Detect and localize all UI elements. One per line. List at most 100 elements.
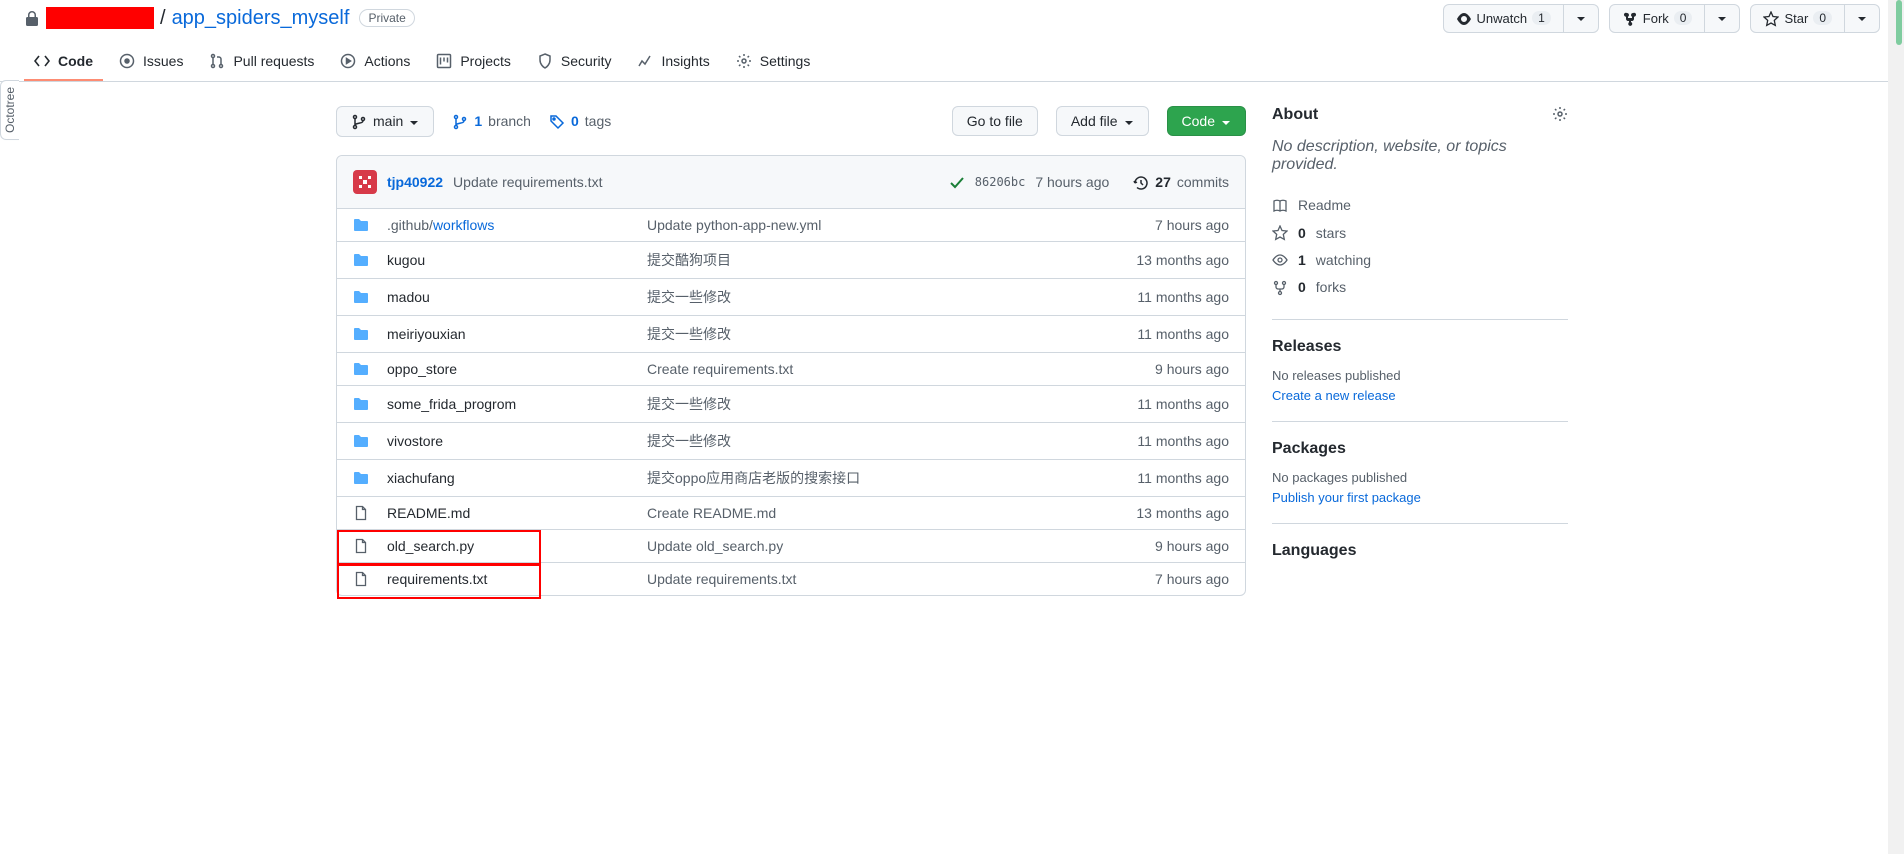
file-name-link[interactable]: oppo_store: [387, 361, 457, 377]
latest-commit-bar: tjp40922 Update requirements.txt 86206bc…: [337, 156, 1245, 209]
file-row: madou提交一些修改11 months ago: [337, 279, 1245, 316]
watching-link[interactable]: 1 watching: [1272, 246, 1568, 273]
file-row: xiachufang 提交oppo应用商店老版的搜索接口 11 months ago: [337, 460, 1245, 497]
tab-pull-requests[interactable]: Pull requests: [199, 43, 324, 81]
file-commit-time: 9 hours ago: [1155, 361, 1229, 377]
tab-code[interactable]: Code: [24, 43, 103, 81]
file-commit-message[interactable]: 提交oppo应用商店老版的搜索接口: [647, 470, 860, 486]
file-commit-message[interactable]: Update requirements.txt: [647, 571, 796, 587]
languages-heading: Languages: [1272, 542, 1568, 560]
caret-down-icon: [1857, 11, 1867, 26]
forks-label: forks: [1316, 279, 1346, 295]
caret-down-icon: [1221, 113, 1231, 129]
file-commit-message[interactable]: Update python-app-new.yml: [647, 217, 821, 233]
file-commit-message[interactable]: 提交一些修改: [647, 326, 731, 342]
gear-icon[interactable]: [1552, 106, 1568, 124]
folder-icon: [353, 252, 373, 268]
watch-count: 1: [1532, 11, 1551, 25]
readme-label: Readme: [1298, 197, 1351, 213]
tags-link[interactable]: 0 tags: [549, 113, 611, 130]
packages-note: No packages published: [1272, 470, 1568, 485]
file-commit-time: 13 months ago: [1136, 252, 1229, 268]
readme-link[interactable]: Readme: [1272, 192, 1568, 219]
commits-link[interactable]: 27 commits: [1133, 173, 1229, 190]
file-toolbar: main 1 branch 0 tags Go to file Add file…: [336, 106, 1246, 137]
tab-settings-label: Settings: [760, 53, 811, 69]
file-commit-message[interactable]: Create README.md: [647, 505, 776, 521]
file-name-link[interactable]: requirements.txt: [387, 571, 487, 587]
add-file-label: Add file: [1071, 113, 1118, 129]
star-dropdown[interactable]: [1845, 4, 1880, 33]
file-row: vivostore 提交一些修改 11 months ago: [337, 423, 1245, 460]
file-commit-time: 11 months ago: [1137, 470, 1229, 486]
file-commit-message[interactable]: Update old_search.py: [647, 538, 783, 554]
tab-pulls-label: Pull requests: [233, 53, 314, 69]
tab-settings[interactable]: Settings: [726, 43, 821, 81]
file-name-link[interactable]: some_frida_progrom: [387, 396, 516, 412]
watch-dropdown[interactable]: [1564, 4, 1599, 33]
vertical-scrollbar[interactable]: [1888, 0, 1904, 854]
file-name-link[interactable]: old_search.py: [387, 538, 474, 554]
scrollbar-thumb[interactable]: [1896, 0, 1902, 45]
add-file-button[interactable]: Add file: [1056, 106, 1149, 136]
file-commit-message[interactable]: Create requirements.txt: [647, 361, 793, 377]
code-button[interactable]: Code: [1167, 106, 1246, 136]
tag-count-label: tags: [585, 113, 611, 129]
file-commit-message[interactable]: 提交一些修改: [647, 433, 731, 449]
file-commit-message[interactable]: 提交一些修改: [647, 289, 731, 305]
fork-button[interactable]: Fork 0: [1609, 4, 1706, 33]
file-row: meiriyouxian提交一些修改11 months ago: [337, 316, 1245, 353]
author-avatar[interactable]: [353, 170, 377, 194]
octotree-sidebar-toggle[interactable]: Octotree: [0, 80, 19, 140]
watching-count: 1: [1298, 252, 1306, 268]
visibility-badge: Private: [359, 9, 414, 27]
commit-sha[interactable]: 86206bc: [975, 175, 1026, 189]
repo-name-link[interactable]: app_spiders_myself: [172, 7, 350, 30]
tab-projects[interactable]: Projects: [426, 43, 521, 81]
file-name-link[interactable]: .github/workflows: [387, 217, 494, 233]
tab-insights-label: Insights: [661, 53, 709, 69]
file-name-link[interactable]: vivostore: [387, 433, 443, 449]
commit-time: 7 hours ago: [1035, 174, 1109, 190]
go-to-file-button[interactable]: Go to file: [952, 106, 1038, 136]
file-commit-time: 7 hours ago: [1155, 217, 1229, 233]
tab-issues[interactable]: Issues: [109, 43, 193, 81]
caret-down-icon: [1124, 113, 1134, 129]
file-commit-message[interactable]: 提交酷狗项目: [647, 252, 731, 268]
watch-label: Unwatch: [1477, 11, 1528, 26]
tab-issues-label: Issues: [143, 53, 183, 69]
fork-icon: [1272, 278, 1288, 295]
create-release-link[interactable]: Create a new release: [1272, 388, 1396, 403]
branches-link[interactable]: 1 branch: [452, 113, 531, 130]
tab-projects-label: Projects: [460, 53, 511, 69]
folder-icon: [353, 326, 373, 342]
eye-icon: [1456, 10, 1472, 27]
stars-link[interactable]: 0 stars: [1272, 219, 1568, 246]
file-commit-time: 11 months ago: [1137, 433, 1229, 449]
about-heading: About: [1272, 106, 1318, 124]
lock-icon: [24, 10, 40, 27]
eye-icon: [1272, 251, 1288, 268]
publish-package-link[interactable]: Publish your first package: [1272, 490, 1421, 505]
branch-selector[interactable]: main: [336, 106, 434, 137]
check-icon[interactable]: [949, 173, 965, 190]
tab-security[interactable]: Security: [527, 43, 622, 81]
stars-count: 0: [1298, 225, 1306, 241]
file-name-link[interactable]: meiriyouxian: [387, 326, 466, 342]
tab-actions[interactable]: Actions: [330, 43, 420, 81]
tab-insights[interactable]: Insights: [627, 43, 719, 81]
file-icon: [353, 505, 373, 521]
star-button[interactable]: Star 0: [1750, 4, 1845, 33]
commit-author[interactable]: tjp40922: [387, 174, 443, 190]
fork-dropdown[interactable]: [1705, 4, 1740, 33]
file-name-link[interactable]: xiachufang: [387, 470, 455, 486]
file-commit-message[interactable]: 提交一些修改: [647, 396, 731, 412]
owner-link-redacted[interactable]: [46, 7, 154, 29]
unwatch-button[interactable]: Unwatch 1: [1443, 4, 1564, 33]
file-name-link[interactable]: README.md: [387, 505, 470, 521]
releases-note: No releases published: [1272, 368, 1568, 383]
commit-message[interactable]: Update requirements.txt: [453, 174, 602, 190]
forks-link[interactable]: 0 forks: [1272, 273, 1568, 300]
file-name-link[interactable]: kugou: [387, 252, 425, 268]
file-name-link[interactable]: madou: [387, 289, 430, 305]
